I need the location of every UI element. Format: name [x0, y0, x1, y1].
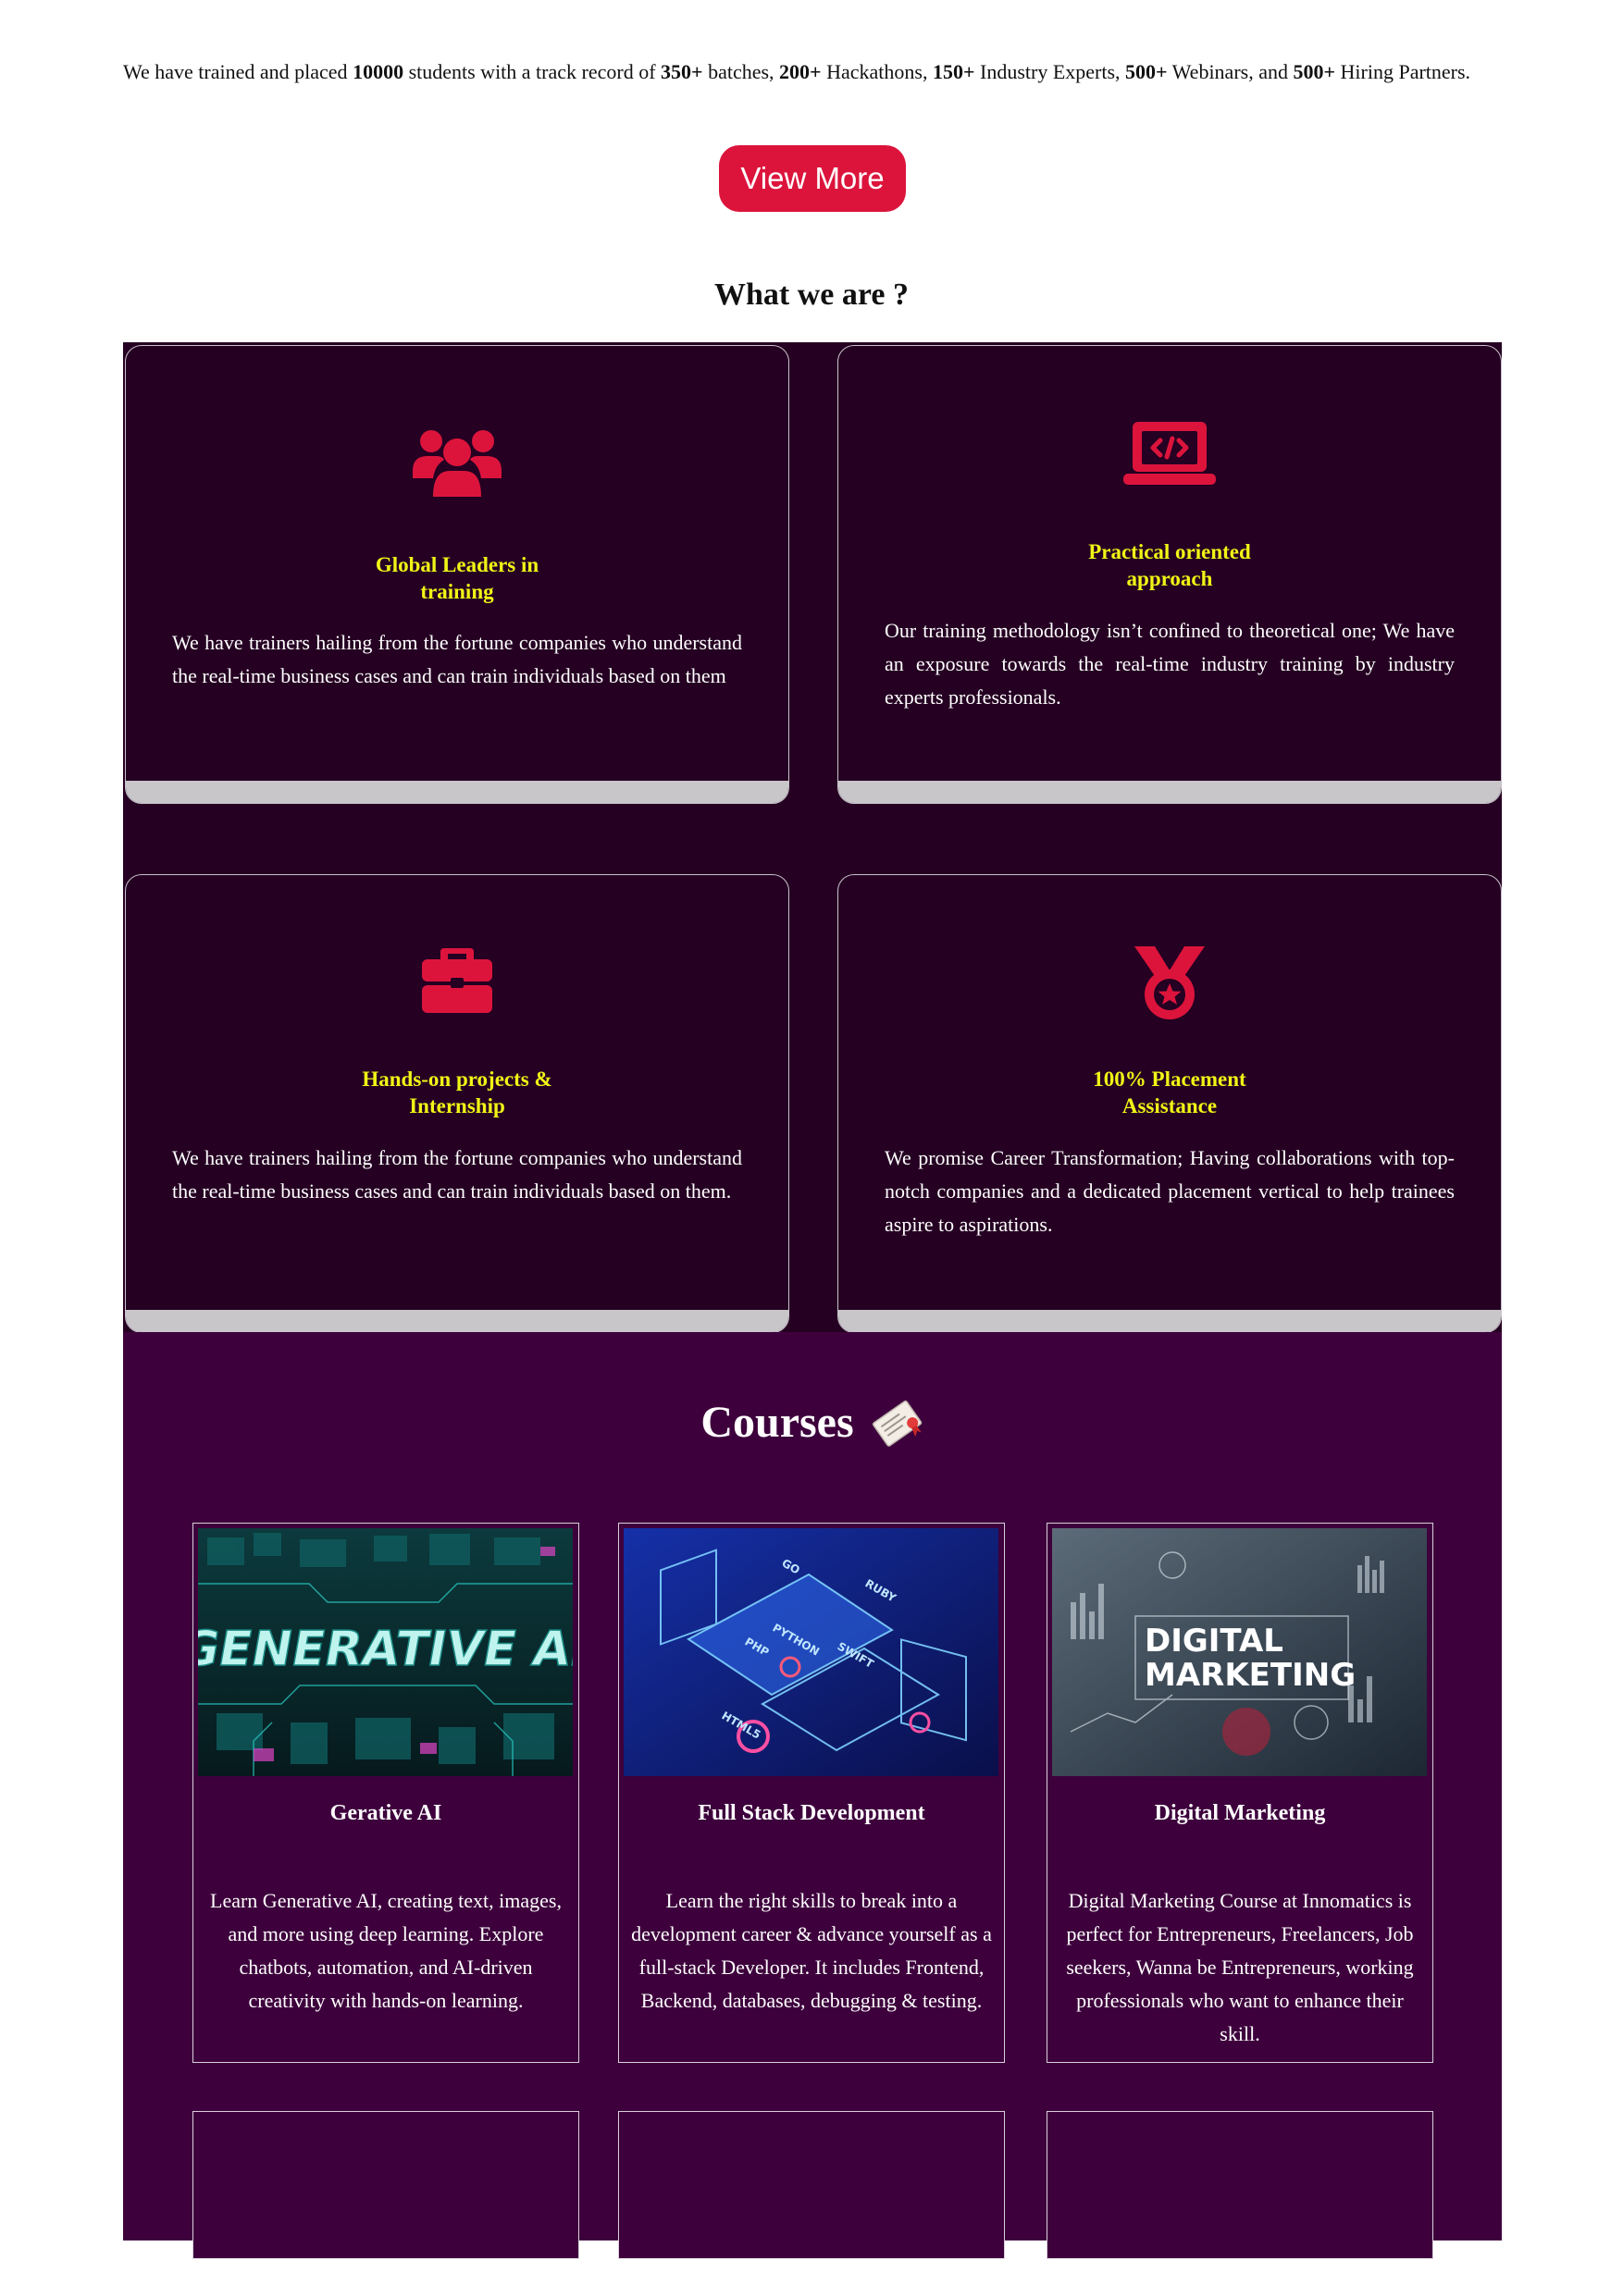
course-image-generative-ai: GENERATIVE AI [198, 1528, 573, 1776]
course-title: Digital Marketing [1154, 1801, 1326, 1825]
intro-stat: 200+ [779, 60, 822, 83]
card-title: Hands-on projects & Internship [362, 1068, 552, 1117]
card-description: We promise Career Transformation; Having… [885, 1146, 1455, 1236]
card-title: Global Leaders in training [375, 553, 539, 603]
card-title: 100% Placement Assistance [1093, 1068, 1246, 1117]
intro-text-part: students with a track record of [403, 60, 662, 83]
course-card-digital-marketing[interactable]: DIGITAL MARKETING Digital Marketing Digi… [1047, 1523, 1433, 2063]
intro-stat: 150+ [932, 60, 975, 83]
what-we-are-title: What we are ? [714, 278, 909, 312]
intro-text-part: Webinars, and [1167, 60, 1294, 83]
card-footer-bar [838, 781, 1501, 803]
card-practical-approach: Practical oriented approach Our training… [837, 345, 1502, 804]
intro-text-part: We have trained and placed [123, 60, 353, 83]
course-title: Gerative AI [329, 1801, 442, 1825]
certificate-icon [871, 1397, 923, 1460]
course-description: Digital Marketing Course at Innomatics i… [1066, 1889, 1414, 2045]
intro-stat: 500+ [1125, 60, 1168, 83]
intro-text-part: Hiring Partners. [1335, 60, 1471, 83]
intro-stat: 10000 [353, 60, 404, 83]
intro-text-part: Industry Experts, [974, 60, 1126, 83]
intro-stat: 500+ [1293, 60, 1336, 83]
card-global-leaders: Global Leaders in training We have train… [125, 345, 789, 804]
card-description: We have trainers hailing from the fortun… [172, 631, 742, 687]
course-card-full-stack[interactable]: RUBY PYTHON SWIFT PHP HTML5 GO Full Stac… [618, 1523, 1005, 2063]
card-title: Practical oriented approach [1088, 540, 1251, 590]
course-title: Full Stack Development [698, 1801, 925, 1825]
laptop-code-icon [838, 420, 1501, 491]
svg-text:DIGITAL: DIGITAL [1145, 1623, 1283, 1660]
medal-icon [838, 944, 1501, 1025]
intro-stat: 350+ [661, 60, 703, 83]
course-card-generative-ai[interactable]: GENERATIVE AI Gerative AI Learn Generati… [192, 1523, 579, 2063]
card-description: Our training methodology isn’t confined … [885, 619, 1455, 709]
course-image-digital-marketing: DIGITAL MARKETING [1052, 1528, 1427, 1776]
course-card[interactable] [618, 2111, 1005, 2259]
svg-text:GENERATIVE AI: GENERATIVE AI [198, 1621, 573, 1677]
course-description: Learn the right skills to break into a d… [631, 1889, 992, 2012]
courses-title: Courses [0, 1397, 1623, 1460]
view-more-button[interactable]: View More [719, 145, 906, 212]
course-description: Learn Generative AI, creating text, imag… [210, 1889, 562, 2012]
card-description: We have trainers hailing from the fortun… [172, 1146, 742, 1203]
card-placement-assistance: 100% Placement Assistance We promise Car… [837, 874, 1502, 1333]
card-footer-bar [838, 1310, 1501, 1332]
intro-text-part: batches, [702, 60, 780, 83]
intro-text-part: Hackathons, [821, 60, 933, 83]
course-image-full-stack: RUBY PYTHON SWIFT PHP HTML5 GO [624, 1528, 998, 1776]
svg-text:MARKETING: MARKETING [1145, 1657, 1356, 1694]
intro-text: We have trained and placed 10000 student… [123, 56, 1502, 89]
briefcase-icon [126, 944, 788, 1019]
course-card[interactable] [192, 2111, 579, 2259]
card-footer-bar [126, 1310, 788, 1332]
card-footer-bar [126, 781, 788, 803]
users-icon [126, 425, 788, 503]
card-hands-on-projects: Hands-on projects & Internship We have t… [125, 874, 789, 1333]
course-card[interactable] [1047, 2111, 1433, 2259]
